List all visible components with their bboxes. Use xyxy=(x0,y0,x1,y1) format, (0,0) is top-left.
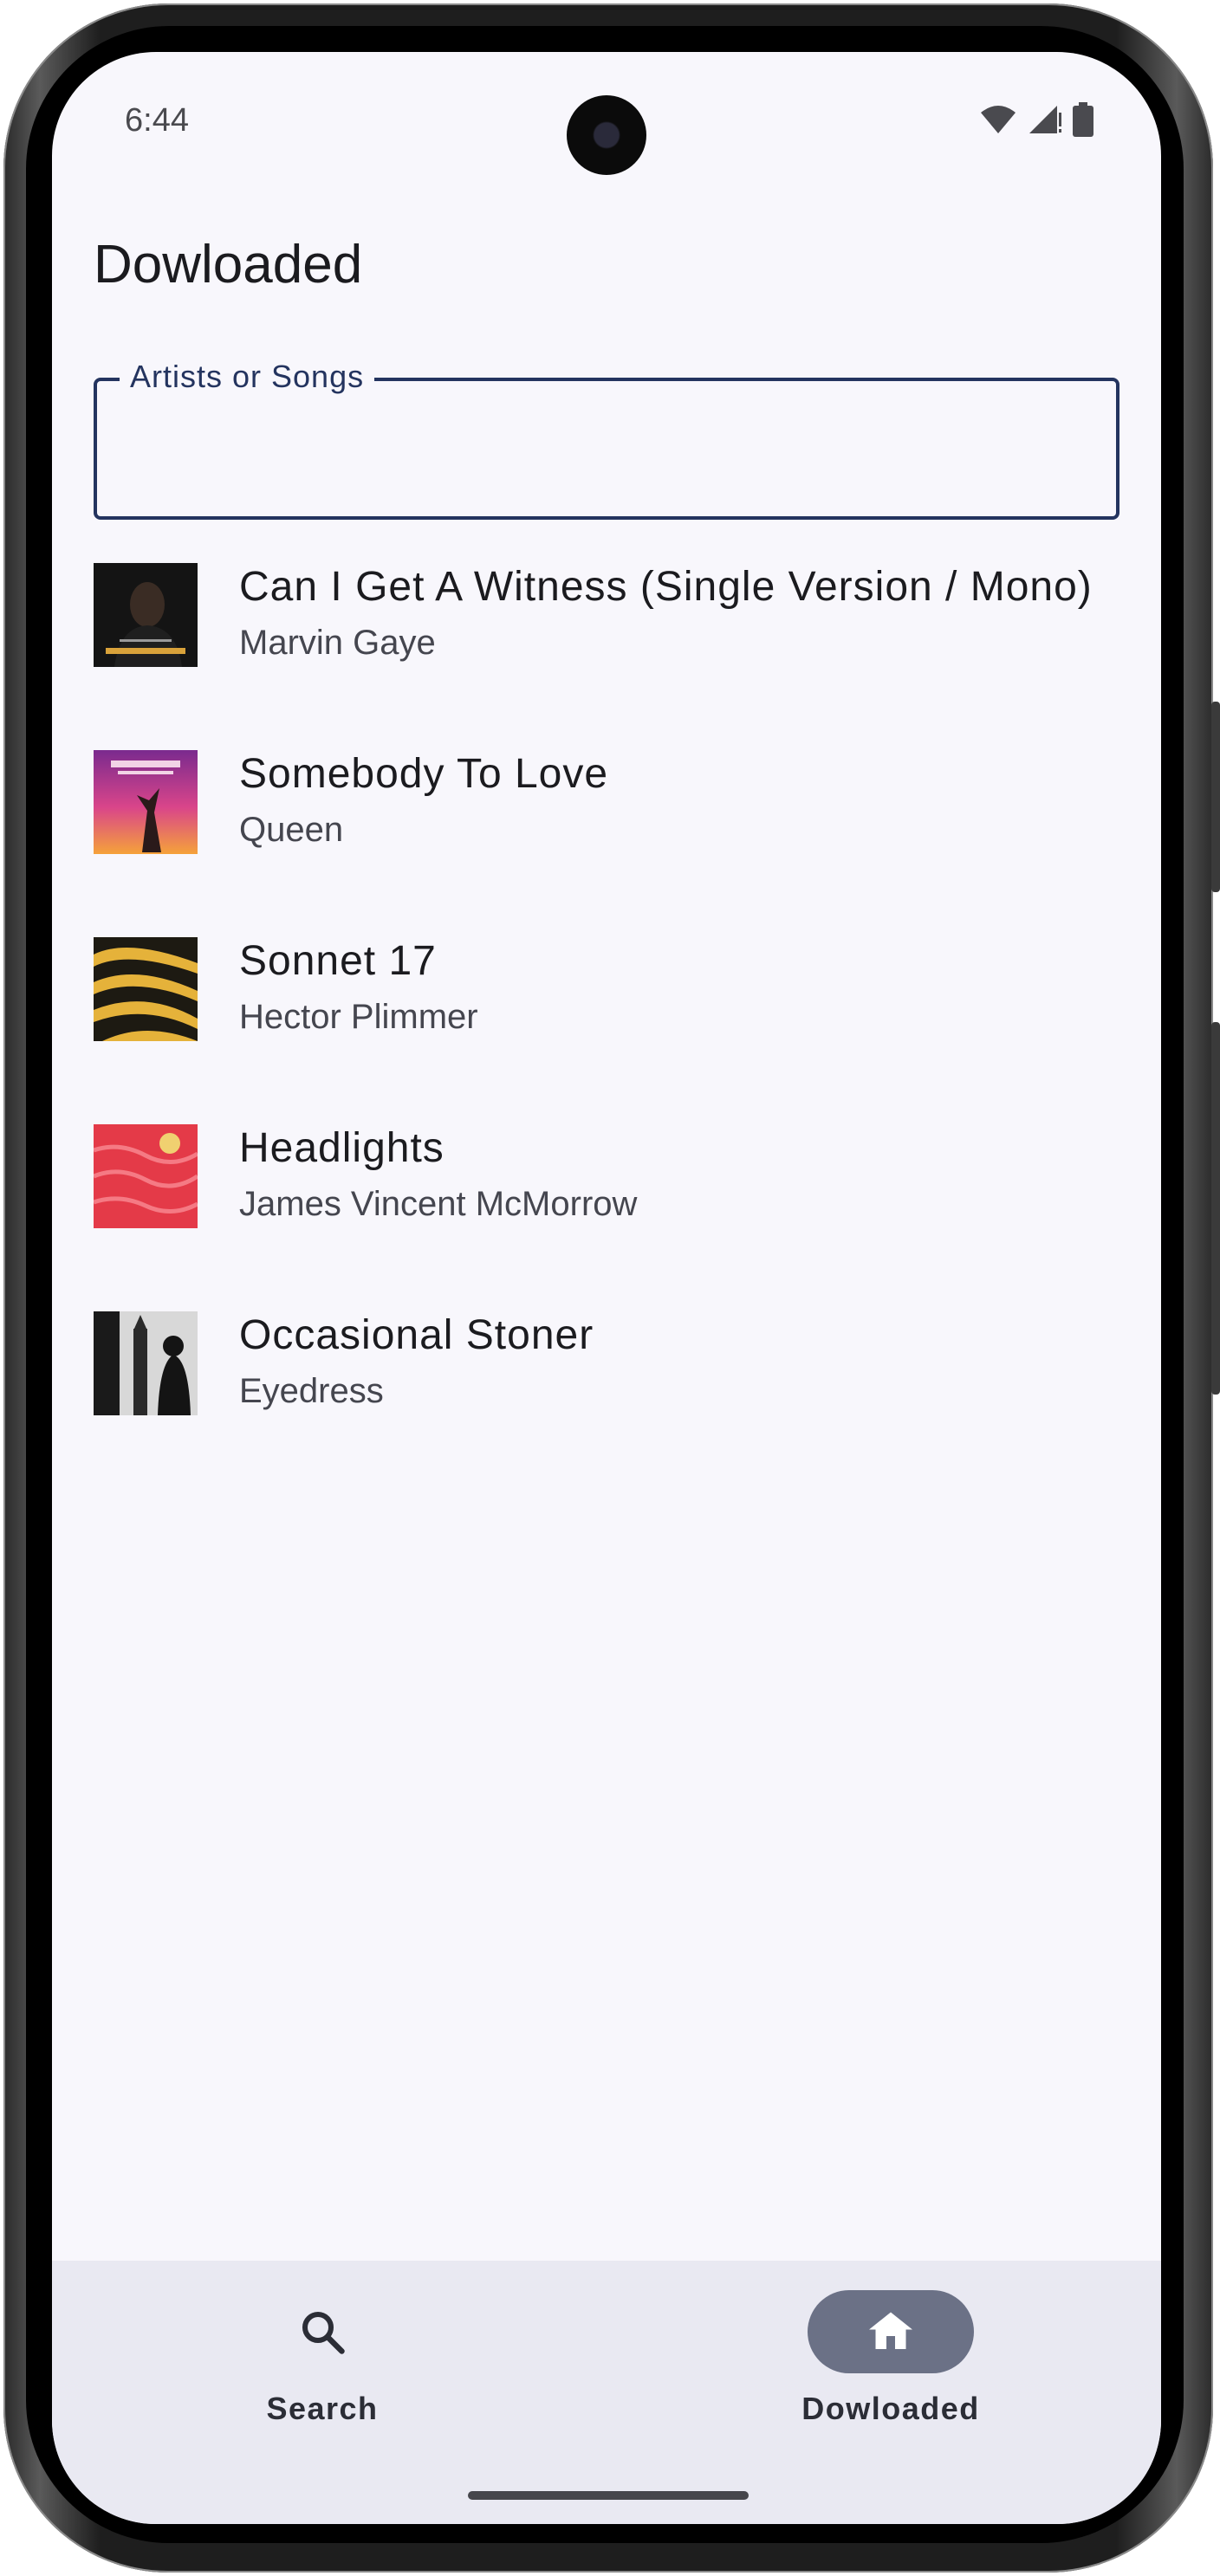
nav-icon-container xyxy=(239,2290,406,2373)
battery-icon xyxy=(1073,102,1093,137)
song-item[interactable]: Sonnet 17 Hector Plimmer xyxy=(94,937,1133,1124)
nav-item-downloaded[interactable]: Dowloaded xyxy=(787,2290,995,2427)
song-item[interactable]: Occasional Stoner Eyedress xyxy=(94,1311,1133,1498)
screen: 6:44 Dowloaded Artists or Songs Can I Ge… xyxy=(52,52,1161,2524)
song-artist: Marvin Gaye xyxy=(239,624,436,662)
song-item[interactable]: Somebody To Love Queen xyxy=(94,750,1133,937)
album-art-eyedress xyxy=(94,1311,198,1415)
status-time: 6:44 xyxy=(125,102,189,139)
song-list: Can I Get A Witness (Single Version / Mo… xyxy=(94,563,1133,1498)
song-title: Headlights xyxy=(239,1125,445,1171)
song-item[interactable]: Headlights James Vincent McMorrow xyxy=(94,1124,1133,1311)
front-camera xyxy=(567,95,646,175)
song-title: Can I Get A Witness (Single Version / Mo… xyxy=(239,564,1093,610)
signal-icon xyxy=(1029,106,1061,133)
status-icons xyxy=(979,102,1093,137)
album-art-queen xyxy=(94,750,198,854)
song-title: Occasional Stoner xyxy=(239,1312,594,1358)
power-button xyxy=(1211,702,1220,892)
search-field[interactable]: Artists or Songs xyxy=(94,359,1119,520)
album-art-hector-plimmer xyxy=(94,937,198,1041)
phone-device: 6:44 Dowloaded Artists or Songs Can I Ge… xyxy=(0,0,1220,2576)
search-icon xyxy=(302,2312,345,2354)
gesture-home-bar[interactable] xyxy=(468,2491,749,2500)
bottom-navigation: Search Dowloaded xyxy=(52,2261,1161,2524)
nav-label-downloaded: Dowloaded xyxy=(801,2391,980,2426)
nav-active-indicator xyxy=(808,2290,974,2373)
song-artist: Hector Plimmer xyxy=(239,998,478,1036)
song-title: Sonnet 17 xyxy=(239,938,437,984)
song-item[interactable]: Can I Get A Witness (Single Version / Mo… xyxy=(94,563,1133,750)
home-icon xyxy=(869,2312,912,2349)
nav-label-search: Search xyxy=(266,2391,379,2426)
song-artist: James Vincent McMorrow xyxy=(239,1185,638,1223)
song-artist: Queen xyxy=(239,811,344,849)
wifi-icon xyxy=(981,106,1016,133)
nav-item-search[interactable]: Search xyxy=(218,2290,426,2427)
song-artist: Eyedress xyxy=(239,1372,384,1410)
status-bar: 6:44 xyxy=(52,52,1161,182)
volume-button xyxy=(1211,1022,1220,1395)
page-title: Dowloaded xyxy=(94,235,363,294)
album-art-james-vincent-mcmorrow xyxy=(94,1124,198,1228)
song-title: Somebody To Love xyxy=(239,751,609,797)
album-art-marvin-gaye xyxy=(94,563,198,667)
search-input[interactable] xyxy=(97,381,1116,516)
